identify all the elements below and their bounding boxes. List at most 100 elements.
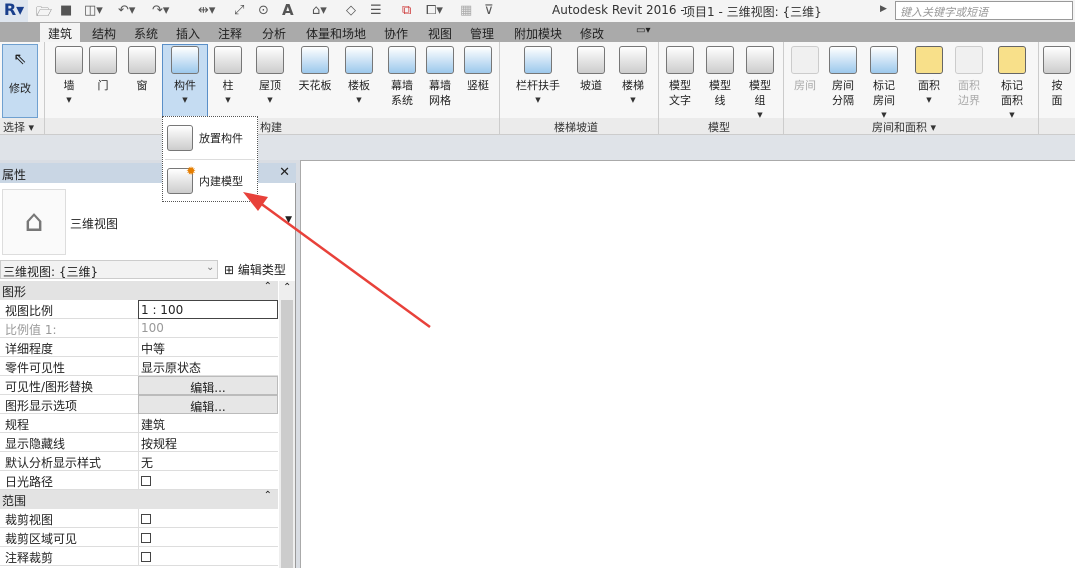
save-icon[interactable]: ■ (60, 3, 72, 18)
door-button[interactable]: 门 (88, 44, 118, 93)
chevron-down-icon[interactable]: ⌄ (206, 262, 214, 273)
collapse-icon[interactable]: ⌃ (264, 490, 272, 501)
text-icon[interactable]: A (282, 1, 294, 19)
checkbox[interactable] (141, 551, 151, 562)
tab-annotate[interactable]: 注释 (218, 25, 242, 42)
room-button[interactable]: 房间 (788, 44, 822, 93)
wall-button[interactable]: 墙 ▼ (52, 44, 86, 108)
switch-windows-icon[interactable]: ⧠▾ (426, 3, 443, 18)
property-value[interactable]: 显示原状态 (138, 357, 278, 376)
scroll-up-icon[interactable]: ⌃ (283, 282, 291, 293)
property-value[interactable]: 无 (138, 452, 278, 471)
modify-button[interactable]: ⇖ 修改 (2, 44, 38, 118)
property-value[interactable]: 按规程 (138, 433, 278, 452)
collapse-icon[interactable]: ⌃ (264, 281, 272, 292)
measure-icon[interactable]: ⇹▾ (198, 3, 215, 18)
ramp-button[interactable]: 坡道 (572, 44, 610, 93)
instance-selector[interactable]: 三维视图: {三维} (0, 260, 218, 279)
redo-icon[interactable]: ↷▾ (152, 3, 169, 18)
tab-massing[interactable]: 体量和场地 (306, 25, 366, 42)
area-boundary-button[interactable]: 面积 边界 (950, 44, 988, 108)
floor-button[interactable]: 楼板 ▼ (340, 44, 378, 108)
tag-room-button[interactable]: 标记 房间 ▼ (862, 44, 906, 123)
divider (165, 159, 255, 160)
mullion-button[interactable]: 竖梃 (460, 44, 496, 93)
component-button[interactable]: 构件 ▼ (164, 44, 206, 108)
dropdown-arrow-icon[interactable]: ▼ (52, 93, 86, 108)
close-hidden-icon[interactable]: ⧉ (402, 3, 411, 18)
roof-button[interactable]: 屋顶 ▼ (250, 44, 290, 108)
tag-area-button[interactable]: 标记 面积 ▼ (990, 44, 1034, 123)
tag-icon[interactable]: ⊙ (258, 3, 269, 18)
dropdown-arrow-icon[interactable]: ▼ (212, 93, 244, 108)
model-text-button[interactable]: 模型 文字 (662, 44, 698, 108)
search-input[interactable]: 键入关键字或短语 (895, 1, 1073, 20)
checkbox[interactable] (141, 513, 151, 524)
by-face-button[interactable]: 按 面 (1040, 44, 1074, 108)
tab-collaborate[interactable]: 协作 (384, 25, 408, 42)
property-name: 零件可见性 (5, 361, 66, 375)
dropdown-arrow-icon[interactable]: ▼ (908, 93, 950, 108)
property-value[interactable]: 中等 (138, 338, 278, 357)
minimize-ribbon-icon[interactable]: ▭▾ (636, 25, 650, 36)
tile-icon[interactable]: ▦ (460, 3, 472, 18)
dropdown-arrow-icon[interactable]: ▼ (164, 93, 206, 108)
property-value[interactable] (138, 509, 278, 528)
menu-item-place-component[interactable]: 放置构件 (167, 119, 255, 157)
panel-rooms[interactable]: 房间和面积 ▾ (872, 119, 936, 135)
tab-analyze[interactable]: 分析 (262, 25, 286, 42)
property-value[interactable] (138, 528, 278, 547)
property-value[interactable]: 1 : 100 (138, 300, 278, 319)
customize-icon[interactable]: ⊽ (484, 3, 494, 18)
tab-systems[interactable]: 系统 (134, 25, 158, 42)
type-selector-dropdown[interactable]: ▼ (285, 215, 292, 225)
3d-view-icon[interactable]: ⌂▾ (312, 3, 327, 18)
model-line-button[interactable]: 模型 线 (702, 44, 738, 108)
curtain-system-button[interactable]: 幕墙 系统 (384, 44, 420, 108)
column-button[interactable]: 柱 ▼ (212, 44, 244, 108)
tab-addins[interactable]: 附加模块 (514, 25, 562, 42)
ceiling-button[interactable]: 天花板 (292, 44, 338, 93)
dimension-icon[interactable]: ⤢ (234, 3, 244, 18)
scrollbar-thumb[interactable] (281, 300, 293, 568)
dropdown-arrow-icon[interactable]: ▼ (340, 93, 378, 108)
curtain-grid-button[interactable]: 幕墙 网格 (422, 44, 458, 108)
3d-view-canvas[interactable] (300, 160, 1075, 568)
thin-lines-icon[interactable]: ☰ (370, 3, 382, 18)
property-value[interactable] (138, 547, 278, 566)
dropdown-arrow-icon[interactable]: ▼ (510, 93, 566, 108)
checkbox[interactable] (141, 532, 151, 543)
model-group-button[interactable]: 模型 组 ▼ (740, 44, 780, 123)
tab-structure[interactable]: 结构 (92, 25, 116, 42)
property-value[interactable]: 建筑 (138, 414, 278, 433)
property-value[interactable]: 100 (138, 319, 278, 338)
room-separator-button[interactable]: 房间 分隔 (824, 44, 862, 108)
property-value[interactable]: 编辑... (138, 395, 278, 414)
property-group-header[interactable]: 范围 ⌃ (0, 490, 278, 509)
sync-icon[interactable]: ◫▾ (84, 3, 103, 18)
property-value[interactable] (138, 471, 278, 490)
close-icon[interactable]: ✕ (279, 165, 290, 180)
button-label: 构件 (174, 79, 196, 92)
stair-button[interactable]: 楼梯 ▼ (614, 44, 652, 108)
app-menu-button[interactable]: R▾ (0, 0, 28, 22)
dropdown-arrow-icon[interactable]: ▼ (250, 93, 290, 108)
checkbox[interactable] (141, 475, 151, 486)
window-button[interactable]: 窗 (124, 44, 160, 93)
section-icon[interactable]: ◇ (346, 3, 356, 18)
expand-icon[interactable]: ▶ (880, 4, 887, 14)
property-group-header[interactable]: 图形 ⌃ (0, 281, 278, 300)
panel-select[interactable]: 选择 ▾ (3, 119, 34, 135)
menu-item-in-place-model[interactable]: ✹ 内建模型 (167, 162, 255, 200)
dropdown-arrow-icon[interactable]: ▼ (614, 93, 652, 108)
area-button[interactable]: 面积 ▼ (908, 44, 950, 108)
tab-architecture[interactable]: 建筑 (40, 23, 81, 42)
tab-modify[interactable]: 修改 (580, 25, 604, 42)
property-value[interactable]: 编辑... (138, 376, 278, 395)
edit-type-button[interactable]: ⊞ 编辑类型 (224, 261, 286, 278)
tab-view[interactable]: 视图 (428, 25, 452, 42)
undo-icon[interactable]: ↶▾ (118, 3, 135, 18)
tab-insert[interactable]: 插入 (176, 25, 200, 42)
tab-manage[interactable]: 管理 (470, 25, 494, 42)
railing-button[interactable]: 栏杆扶手 ▼ (510, 44, 566, 108)
